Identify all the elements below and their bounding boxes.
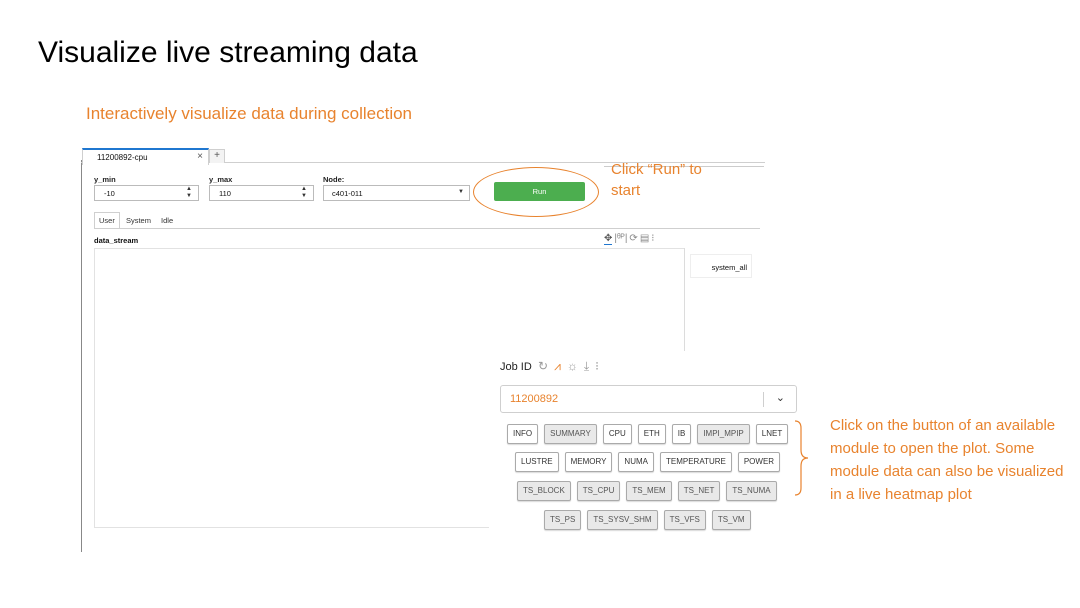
subtab-idle[interactable]: Idle — [157, 213, 177, 228]
module-button-ts-block[interactable]: TS_BLOCK — [517, 481, 571, 501]
chart-icon[interactable]: ⩘ — [554, 359, 561, 373]
ymin-stepper[interactable]: -10 ▲ ▼ — [94, 185, 199, 201]
ymax-stepper[interactable]: 110 ▲ ▼ — [209, 185, 314, 201]
module-row: LUSTRE MEMORY NUMA TEMPERATURE POWER — [515, 452, 781, 472]
module-row: TS_PS TS_SYSV_SHM TS_VFS TS_VM — [544, 510, 751, 530]
module-button-summary[interactable]: SUMMARY — [544, 424, 597, 444]
subtab-user[interactable]: User — [94, 212, 120, 228]
ymin-value: -10 — [104, 189, 115, 198]
close-icon[interactable]: × — [197, 151, 203, 162]
job-toolbar: ↻ ⩘ ☼ ⤓ ⁝ — [538, 359, 605, 374]
download-icon[interactable]: ⤓ — [584, 359, 589, 373]
plot-legend: system_all — [690, 254, 752, 278]
subtab-bar: User System Idle — [94, 212, 177, 228]
job-select[interactable]: 11200892 ⌄ — [500, 385, 797, 413]
module-button-cpu[interactable]: CPU — [602, 424, 632, 444]
module-button-ts-numa[interactable]: TS_NUMA — [726, 481, 777, 501]
theme-icon[interactable]: ☼ — [567, 359, 578, 373]
stepper-arrows-icon[interactable]: ▲ ▼ — [186, 186, 192, 200]
node-select[interactable]: c401-011 ▼ — [323, 185, 470, 201]
module-row: INFO SUMMARY CPU ETH IB IMPI_MPIP LNET — [507, 424, 789, 444]
module-button-numa[interactable]: NUMA — [618, 452, 654, 472]
more-icon[interactable]: ⁝ — [651, 233, 654, 244]
tab-notebook[interactable]: 11200892-cpu × — [82, 148, 209, 165]
plot-divider — [684, 248, 685, 351]
legend-entry: system_all — [711, 263, 747, 272]
ymax-value: 110 — [219, 189, 231, 198]
brace-icon — [794, 420, 809, 496]
module-button-ts-net[interactable]: TS_NET — [677, 481, 721, 501]
subtab-divider — [94, 228, 760, 229]
zoom-icon[interactable]: |ᶿᴾ| — [614, 233, 627, 244]
job-id-label: Job ID — [500, 361, 532, 373]
module-button-eth[interactable]: ETH — [637, 424, 666, 444]
module-button-temperature[interactable]: TEMPERATURE — [659, 452, 732, 472]
reset-icon[interactable]: ⟳ — [629, 233, 637, 244]
module-button-impi-mpip[interactable]: IMPI_MPIP — [697, 424, 750, 444]
module-button-lnet[interactable]: LNET — [755, 424, 789, 444]
select-separator — [763, 392, 764, 407]
plot-toolbar: ✥ |ᶿᴾ| ⟳ ▤ ⁝ — [604, 233, 656, 245]
more-vertical-icon[interactable]: ⁝ — [595, 359, 599, 373]
node-value: c401-011 — [332, 189, 363, 198]
module-row: TS_BLOCK TS_CPU TS_MEM TS_NET TS_NUMA — [517, 481, 777, 501]
job-select-value: 11200892 — [510, 393, 559, 405]
chevron-down-icon[interactable]: ⌄ — [776, 391, 785, 404]
module-button-ts-sysv-shm[interactable]: TS_SYSV_SHM — [587, 510, 658, 530]
module-button-ib[interactable]: IB — [671, 424, 692, 444]
save-icon[interactable]: ▤ — [640, 233, 649, 244]
module-button-ts-vm[interactable]: TS_VM — [711, 510, 751, 530]
module-button-power[interactable]: POWER — [737, 452, 781, 472]
slide-title: Visualize live streaming data — [38, 36, 418, 69]
tab-label: 11200892-cpu — [97, 153, 148, 162]
ymax-label: y_max — [209, 175, 233, 184]
refresh-icon[interactable]: ↻ — [538, 359, 548, 373]
module-button-ts-cpu[interactable]: TS_CPU — [576, 481, 621, 501]
module-button-ts-vfs[interactable]: TS_VFS — [663, 510, 706, 530]
slide-subtitle: Interactively visualize data during coll… — [86, 104, 413, 123]
stepper-arrows-icon[interactable]: ▲ ▼ — [301, 186, 307, 200]
plot-title: data_stream — [94, 236, 139, 245]
module-button-ts-mem[interactable]: TS_MEM — [626, 481, 672, 501]
module-button-info[interactable]: INFO — [507, 424, 539, 444]
module-button-memory[interactable]: MEMORY — [564, 452, 613, 472]
window-border — [81, 160, 82, 552]
module-button-ts-ps[interactable]: TS_PS — [544, 510, 582, 530]
pan-icon[interactable]: ✥ — [604, 233, 613, 245]
run-highlight-oval — [473, 167, 599, 217]
chevron-down-icon: ▼ — [458, 189, 464, 195]
module-button-lustre[interactable]: LUSTRE — [515, 452, 559, 472]
ymin-label: y_min — [94, 175, 116, 184]
module-annotation: Click on the button of an available modu… — [830, 417, 1064, 503]
subtab-system[interactable]: System — [122, 213, 155, 228]
run-annotation: Click “Run” to start — [611, 161, 702, 199]
node-label: Node: — [323, 175, 345, 184]
add-tab-button[interactable]: + — [209, 149, 225, 163]
